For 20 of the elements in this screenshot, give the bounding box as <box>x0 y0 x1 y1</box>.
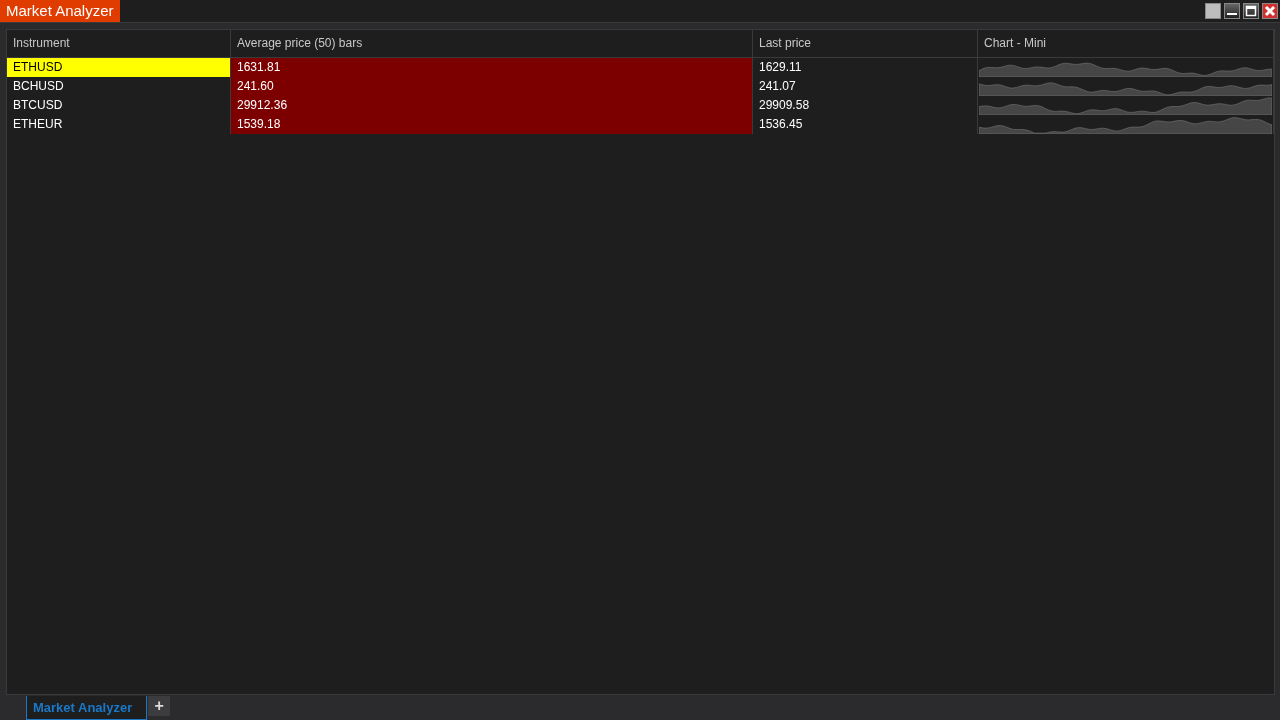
table-cell[interactable]: ETHUSD <box>7 58 231 77</box>
table-cell: 1631.81 <box>231 58 753 77</box>
table-cell: 29912.36 <box>231 96 753 115</box>
table-cell: 241.60 <box>231 77 753 96</box>
minimize-icon <box>1227 13 1237 15</box>
window-title: Market Analyzer <box>0 0 120 22</box>
table-cell: 1539.18 <box>231 115 753 134</box>
maximize-icon <box>1245 5 1257 17</box>
tab[interactable]: Market Analyzer <box>26 696 148 720</box>
table-cell: 1629.11 <box>753 58 978 77</box>
column-header[interactable]: Chart - Mini <box>978 30 1274 58</box>
close-icon <box>1264 5 1276 17</box>
table-cell: 241.07 <box>753 77 978 96</box>
column-header[interactable]: Last price <box>753 30 978 58</box>
minimize-button[interactable] <box>1224 3 1240 19</box>
table-cell: 29909.58 <box>753 96 978 115</box>
table-cell: 1536.45 <box>753 115 978 134</box>
maximize-button[interactable] <box>1243 3 1259 19</box>
add-tab-button[interactable]: + <box>148 696 171 716</box>
close-button[interactable] <box>1262 3 1278 19</box>
